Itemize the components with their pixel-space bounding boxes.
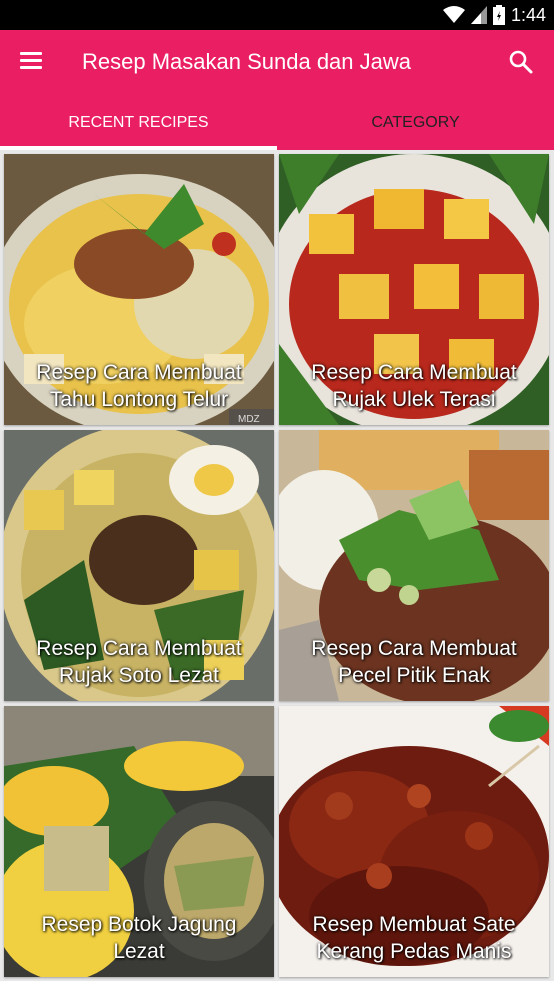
recipe-card-botok-jagung-lezat[interactable]: Resep Botok Jagung Lezat xyxy=(4,706,274,977)
tab-category[interactable]: CATEGORY xyxy=(277,96,554,150)
battery-icon xyxy=(492,5,505,25)
recipe-title-line-1: Resep Membuat Sate xyxy=(312,913,516,936)
recipe-title-line-1: Resep Cara Membuat xyxy=(36,637,242,660)
recipe-title-line-2: Lezat xyxy=(113,940,165,963)
recipe-title-line-1: Resep Cara Membuat xyxy=(311,637,517,660)
recipe-title: Resep Cara Membuat Pecel Pitik Enak xyxy=(279,635,549,689)
recipe-title: Resep Membuat Sate Kerang Pedas Manis xyxy=(279,911,549,965)
recipe-title-line-1: Resep Cara Membuat xyxy=(36,361,242,384)
recipe-card-tahu-lontong-telur[interactable]: MDZ Resep Cara Membuat Tahu Lontong Telu… xyxy=(4,154,274,425)
recipe-card-rujak-ulek-terasi[interactable]: Resep Cara Membuat Rujak Ulek Terasi xyxy=(279,154,549,425)
signal-icon xyxy=(470,6,487,24)
recipe-title-line-2: Rujak Soto Lezat xyxy=(59,664,219,687)
tab-recent-recipes[interactable]: RECENT RECIPES xyxy=(0,96,277,150)
recipe-title: Resep Cara Membuat Rujak Soto Lezat xyxy=(4,635,274,689)
tab-bar: RECENT RECIPES CATEGORY xyxy=(0,96,554,150)
recipe-title-line-1: Resep Botok Jagung xyxy=(41,913,237,936)
wifi-icon xyxy=(442,6,465,23)
recipe-title-line-2: Tahu Lontong Telur xyxy=(49,388,229,411)
recipe-card-pecel-pitik-enak[interactable]: Resep Cara Membuat Pecel Pitik Enak xyxy=(279,430,549,701)
search-icon[interactable] xyxy=(508,49,534,75)
recipe-title: Resep Cara Membuat Rujak Ulek Terasi xyxy=(279,359,549,413)
recipe-title-line-2: Pecel Pitik Enak xyxy=(338,664,490,687)
recipe-title-line-1: Resep Cara Membuat xyxy=(311,361,517,384)
recipe-card-sate-kerang-pedas-manis[interactable]: Resep Membuat Sate Kerang Pedas Manis xyxy=(279,706,549,977)
recipe-title: Resep Botok Jagung Lezat xyxy=(4,911,274,965)
recipe-card-rujak-soto-lezat[interactable]: Resep Cara Membuat Rujak Soto Lezat xyxy=(4,430,274,701)
recipe-title-line-2: Rujak Ulek Terasi xyxy=(332,388,496,411)
status-bar: 1:44 xyxy=(0,0,554,30)
photo-watermark: MDZ xyxy=(238,414,260,425)
status-icons: 1:44 xyxy=(442,4,546,26)
app-title: Resep Masakan Sunda dan Jawa xyxy=(82,49,411,74)
recipe-title-line-2: Kerang Pedas Manis xyxy=(316,940,512,963)
recipe-title: Resep Cara Membuat Tahu Lontong Telur xyxy=(4,359,274,413)
hamburger-menu-icon[interactable] xyxy=(20,52,42,70)
status-time: 1:44 xyxy=(510,4,546,25)
recipe-grid: MDZ Resep Cara Membuat Tahu Lontong Telu… xyxy=(0,150,554,981)
app-bar: Resep Masakan Sunda dan Jawa xyxy=(0,30,554,96)
